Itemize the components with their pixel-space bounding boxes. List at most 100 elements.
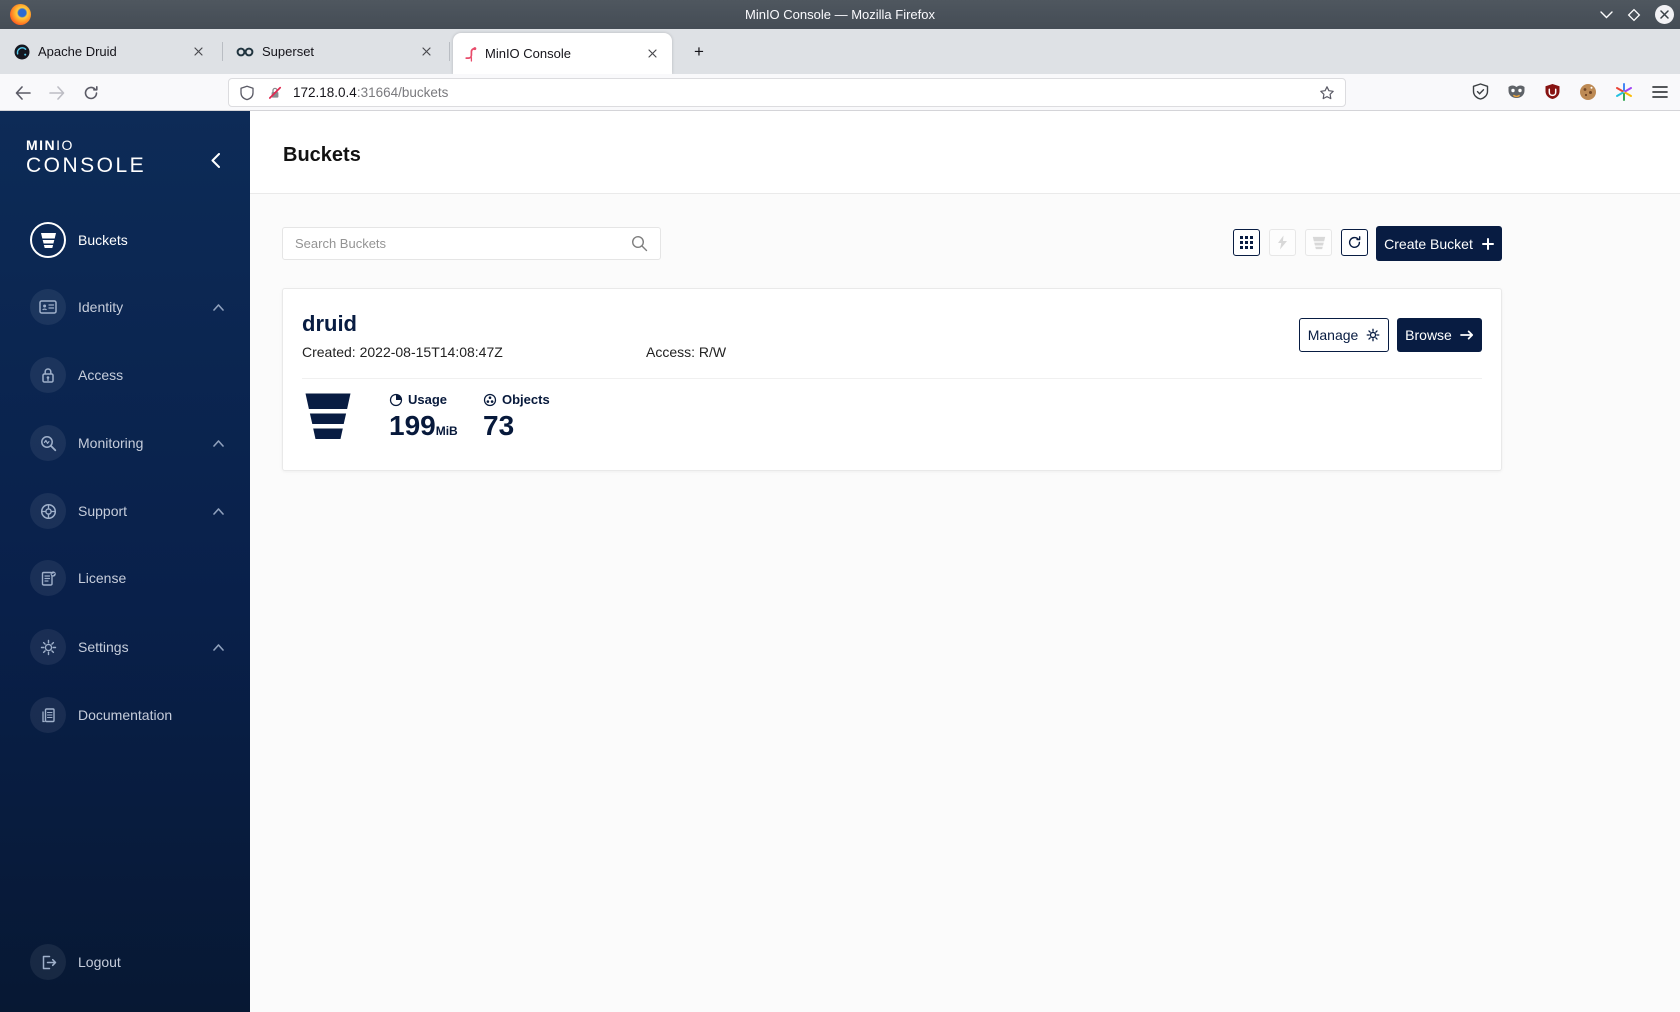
objects-metric: Objects 73 — [483, 392, 550, 440]
objects-label: Objects — [502, 392, 550, 407]
tab-apache-druid[interactable]: Apache Druid — [4, 29, 218, 74]
gear-icon — [30, 629, 66, 665]
shield-check-extension-icon[interactable] — [1470, 82, 1490, 102]
search-buckets-box — [282, 227, 661, 260]
documentation-book-icon — [30, 697, 66, 733]
sidebar-item-license[interactable]: License — [0, 554, 250, 602]
sidebar-collapse-icon[interactable] — [204, 149, 226, 171]
cookie-extension-icon[interactable] — [1578, 82, 1598, 102]
sidebar-item-label: License — [78, 570, 127, 586]
browser-window: MinIO Console — Mozilla Firefox Apache D… — [0, 0, 1680, 1012]
browse-label: Browse — [1405, 327, 1452, 343]
objects-icon — [483, 393, 497, 406]
usage-label: Usage — [408, 392, 448, 407]
gear-icon — [1366, 328, 1380, 342]
logo-light: IO — [56, 137, 74, 153]
tab-close-icon[interactable] — [416, 42, 436, 62]
search-input[interactable] — [295, 236, 631, 251]
tab-minio-console[interactable]: MinIO Console — [453, 33, 672, 74]
logo-bold: MIN — [26, 137, 57, 153]
manage-button[interactable]: Manage — [1299, 318, 1389, 352]
card-divider — [302, 378, 1482, 379]
tab-separator — [449, 42, 450, 61]
search-icon — [631, 235, 648, 252]
tab-label: Superset — [262, 44, 315, 59]
sidebar-item-settings[interactable]: Settings — [0, 623, 250, 671]
window-titlebar: MinIO Console — Mozilla Firefox — [0, 0, 1680, 29]
window-title: MinIO Console — Mozilla Firefox — [745, 7, 935, 22]
bucket-name[interactable]: druid — [302, 311, 357, 337]
url-bar[interactable]: 172.18.0.4:31664/buckets — [228, 78, 1346, 107]
apache-druid-favicon — [14, 44, 30, 59]
sidebar-item-label: Settings — [78, 639, 129, 655]
usage-pie-icon — [389, 393, 403, 406]
chevron-up-icon[interactable] — [213, 507, 224, 515]
tracking-shield-icon[interactable] — [239, 85, 255, 101]
tab-bar: Apache Druid Superset MinIO Console + — [0, 29, 1680, 74]
access-lock-icon — [30, 357, 66, 393]
usage-unit: MiB — [435, 424, 458, 438]
minio-console-logo: MINIO CONSOLE — [26, 137, 146, 178]
create-bucket-button[interactable]: Create Bucket — [1376, 226, 1502, 261]
arrow-right-icon — [1459, 330, 1473, 340]
url-text: 172.18.0.4:31664/buckets — [293, 85, 448, 100]
chevron-up-icon[interactable] — [213, 439, 224, 447]
sidebar-item-identity[interactable]: Identity — [0, 283, 250, 331]
refresh-icon — [1348, 236, 1361, 249]
sidebar-item-label: Access — [78, 367, 124, 383]
sidebar-item-monitoring[interactable]: Monitoring — [0, 419, 250, 467]
bookmark-star-icon[interactable] — [1319, 85, 1335, 101]
reload-button[interactable] — [78, 80, 104, 106]
close-icon[interactable] — [1655, 5, 1674, 24]
tab-close-icon[interactable] — [642, 44, 662, 64]
sidebar-item-label: Documentation — [78, 707, 173, 723]
monitoring-magnifier-icon — [30, 425, 66, 461]
bucket-access: Access: R/W — [646, 344, 727, 360]
navigation-toolbar: 172.18.0.4:31664/buckets — [0, 74, 1680, 111]
url-host: 172.18.0.4 — [293, 85, 357, 100]
sidebar-item-label: Logout — [78, 954, 121, 970]
support-lifebuoy-icon — [30, 493, 66, 529]
ublock-extension-icon[interactable] — [1542, 82, 1562, 102]
new-tab-button[interactable]: + — [686, 39, 712, 65]
tab-superset[interactable]: Superset — [226, 29, 446, 74]
sidebar: MINIO CONSOLE Buckets Identity Access Mo… — [0, 111, 250, 1012]
logout-icon — [30, 944, 66, 980]
tab-label: MinIO Console — [485, 46, 571, 61]
insecure-lock-icon[interactable] — [267, 85, 283, 101]
bucket-card-druid[interactable]: druid Created: 2022-08-15T14:08:47Z Acce… — [282, 288, 1502, 471]
sidebar-item-support[interactable]: Support — [0, 487, 250, 535]
refresh-button[interactable] — [1341, 229, 1368, 256]
grid-view-button[interactable] — [1233, 229, 1260, 256]
hamburger-menu-icon[interactable] — [1650, 82, 1670, 102]
sparkle-extension-icon[interactable] — [1614, 82, 1634, 102]
maximize-icon[interactable] — [1627, 8, 1641, 22]
sidebar-item-access[interactable]: Access — [0, 351, 250, 399]
chevron-up-icon[interactable] — [213, 303, 224, 311]
sidebar-item-buckets[interactable]: Buckets — [0, 216, 250, 264]
sidebar-item-label: Buckets — [78, 232, 128, 248]
replication-button[interactable] — [1269, 229, 1296, 256]
containers-mask-extension-icon[interactable] — [1506, 82, 1526, 102]
minio-flamingo-favicon — [465, 46, 477, 62]
identity-card-icon — [30, 289, 66, 325]
bucket-large-icon — [305, 393, 351, 439]
delete-buckets-button[interactable] — [1305, 229, 1332, 256]
url-path: :31664/buckets — [356, 85, 449, 100]
page-content: Create Bucket druid Created: 2022-08-15T… — [250, 194, 1680, 1012]
back-button[interactable] — [10, 80, 36, 106]
bucket-icon — [30, 222, 66, 258]
minimize-icon[interactable] — [1600, 10, 1613, 19]
sidebar-item-label: Monitoring — [78, 435, 144, 451]
browse-button[interactable]: Browse — [1397, 318, 1482, 352]
chevron-up-icon[interactable] — [213, 643, 224, 651]
console-wordmark: CONSOLE — [26, 154, 147, 177]
objects-value: 73 — [483, 410, 515, 441]
bucket-created: Created: 2022-08-15T14:08:47Z — [302, 344, 503, 360]
plus-icon — [1481, 237, 1494, 250]
forward-button[interactable] — [44, 80, 70, 106]
page-title: Buckets — [283, 144, 361, 166]
tab-close-icon[interactable] — [188, 42, 208, 62]
sidebar-item-documentation[interactable]: Documentation — [0, 691, 250, 739]
sidebar-item-logout[interactable]: Logout — [0, 938, 250, 986]
